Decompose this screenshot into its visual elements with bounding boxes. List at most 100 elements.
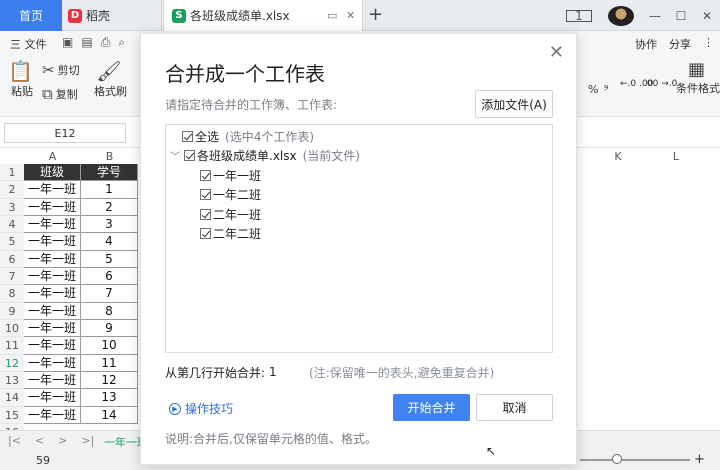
tips-link[interactable]: ▶ 操作技巧	[169, 400, 233, 417]
percent-button[interactable]: %	[588, 83, 598, 96]
row-header[interactable]: 10	[0, 320, 24, 338]
workbook-item[interactable]: ﹀ 各班级成绩单.xlsx (当前文件)	[170, 146, 360, 164]
prev-sheet-icon[interactable]: <	[35, 434, 44, 447]
avatar[interactable]	[608, 5, 634, 26]
select-all-checkbox[interactable]	[182, 130, 193, 142]
start-merge-button[interactable]: 开始合并	[393, 394, 470, 421]
sheet-checkbox[interactable]	[200, 169, 211, 181]
sheet-checkbox[interactable]	[200, 227, 211, 239]
add-file-button[interactable]: 添加文件(A)	[475, 90, 553, 118]
sheet-checkbox[interactable]	[200, 208, 211, 220]
row-header[interactable]: 1	[0, 164, 24, 182]
notification-badge-icon[interactable]: 1	[566, 9, 592, 23]
column-header-b[interactable]: B	[81, 150, 138, 164]
table-cell[interactable]: 9	[81, 320, 138, 338]
print-preview-icon[interactable]: ⌕	[118, 35, 125, 50]
tab-docer[interactable]: D 稻壳	[62, 0, 162, 31]
table-cell[interactable]: 一年一班	[24, 250, 81, 269]
cell-area[interactable]: 班级 学号 一年一班 1 一年一班 2 一年一班 3 一年一班 4 一年一班 5 一年一班 6 一年一班 7 一…	[24, 164, 138, 425]
new-tab-button[interactable]: +	[368, 4, 383, 25]
maximize-button[interactable]: ☐	[668, 9, 694, 23]
table-cell[interactable]: 一年一班	[24, 285, 81, 303]
row-header[interactable]: 6	[0, 250, 24, 269]
sheet-checkbox[interactable]	[200, 188, 211, 200]
table-cell[interactable]: 一年一班	[24, 372, 81, 390]
table-cell[interactable]: 一年一班	[24, 406, 81, 425]
row-header[interactable]: 9	[0, 302, 24, 321]
table-cell[interactable]: 一年一班	[24, 198, 81, 217]
table-cell[interactable]: 4	[81, 233, 138, 251]
last-sheet-icon[interactable]: >|	[81, 434, 94, 447]
column-header-l[interactable]: L	[666, 150, 686, 164]
table-cell[interactable]: 一年一班	[24, 216, 81, 234]
export-pdf-icon[interactable]: ▤	[81, 35, 92, 50]
start-row-input[interactable]: 1	[269, 363, 299, 381]
close-window-button[interactable]: ✕	[694, 9, 720, 23]
table-cell[interactable]: 13	[81, 389, 138, 407]
name-box[interactable]: E12	[4, 123, 126, 143]
table-cell[interactable]: 14	[81, 406, 138, 425]
table-cell[interactable]: 11	[81, 354, 138, 373]
select-all-item[interactable]: 全选 (选中4个工作表)	[182, 127, 314, 145]
zoom-slider-handle[interactable]	[612, 454, 622, 464]
minimize-button[interactable]: —	[642, 9, 668, 23]
conditional-format-button[interactable]: ▦ 条件格式	[676, 59, 720, 96]
thousands-button[interactable]: ⁹	[604, 83, 608, 96]
table-cell[interactable]: 6	[81, 268, 138, 286]
tab-home[interactable]: 首页	[0, 0, 62, 31]
file-menu[interactable]: 三 文件	[10, 36, 47, 52]
header-cell[interactable]: 学号	[81, 164, 138, 182]
row-header[interactable]: 12	[0, 354, 24, 373]
decrease-decimal-button[interactable]: .00 →.0	[644, 79, 677, 89]
row-header[interactable]: 7	[0, 268, 24, 286]
table-cell[interactable]: 1	[81, 181, 138, 199]
row-header[interactable]: 13	[0, 372, 24, 390]
table-cell[interactable]: 一年一班	[24, 302, 81, 321]
table-cell[interactable]: 一年一班	[24, 320, 81, 338]
share-button[interactable]: 分享	[669, 36, 691, 52]
next-sheet-icon[interactable]: >	[58, 434, 67, 447]
row-header[interactable]: 11	[0, 337, 24, 355]
sheet-item[interactable]: 一年一班	[200, 166, 261, 184]
dialog-close-icon[interactable]: ✕	[549, 42, 564, 63]
table-cell[interactable]: 7	[81, 285, 138, 303]
paste-button[interactable]: 📋 粘贴	[8, 59, 36, 99]
cancel-button[interactable]: 取消	[476, 394, 553, 421]
sheet-item[interactable]: 一年二班	[200, 185, 261, 203]
copy-button[interactable]: ⧉ 复制	[42, 85, 78, 103]
first-sheet-icon[interactable]: |<	[8, 434, 21, 447]
tab-close-icon[interactable]: ✕	[346, 9, 355, 22]
table-cell[interactable]: 一年一班	[24, 268, 81, 286]
table-cell[interactable]: 10	[81, 337, 138, 355]
row-header[interactable]: 8	[0, 285, 24, 303]
save-icon[interactable]: ▣	[62, 35, 73, 50]
header-cell[interactable]: 班级	[24, 164, 81, 182]
table-cell[interactable]: 一年一班	[24, 389, 81, 407]
table-cell[interactable]: 一年一班	[24, 233, 81, 251]
print-icon[interactable]: ⎙	[101, 35, 111, 50]
column-header-a[interactable]: A	[24, 150, 81, 164]
row-header[interactable]: 4	[0, 216, 24, 234]
table-cell[interactable]: 一年一班	[24, 181, 81, 199]
more-icon[interactable]: ⋮	[703, 36, 714, 52]
table-cell[interactable]: 2	[81, 198, 138, 217]
tab-document[interactable]: S 各班级成绩单.xlsx ▭ ✕	[163, 0, 363, 31]
collab-button[interactable]: 协作	[635, 36, 657, 52]
table-cell[interactable]: 8	[81, 302, 138, 321]
table-cell[interactable]: 12	[81, 372, 138, 390]
format-painter-button[interactable]: 🖌 格式刷	[94, 59, 127, 99]
table-cell[interactable]: 一年一班	[24, 337, 81, 355]
cut-button[interactable]: ✂ 剪切	[42, 61, 80, 79]
zoom-in-icon[interactable]: +	[694, 452, 705, 467]
table-cell[interactable]: 一年一班	[24, 354, 81, 373]
zoom-slider[interactable]	[580, 459, 690, 461]
workbook-checkbox[interactable]	[184, 149, 195, 161]
sheet-item[interactable]: 二年一班	[200, 205, 261, 223]
table-cell[interactable]: 5	[81, 250, 138, 269]
column-header-k[interactable]: K	[608, 150, 628, 164]
sheet-item[interactable]: 二年二班	[200, 224, 261, 242]
row-header[interactable]: 2	[0, 181, 24, 199]
chevron-down-icon[interactable]: ﹀	[170, 148, 180, 163]
table-cell[interactable]: 3	[81, 216, 138, 234]
row-header[interactable]: 5	[0, 233, 24, 251]
